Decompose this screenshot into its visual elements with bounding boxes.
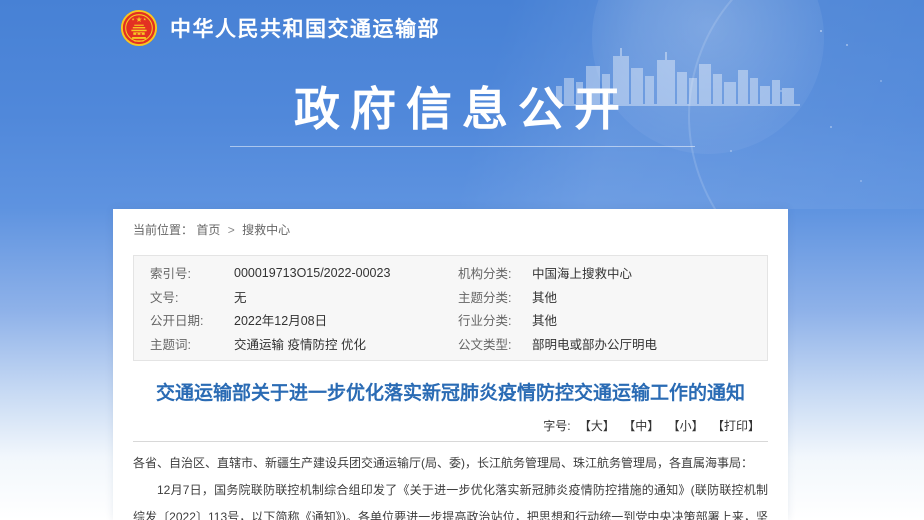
meta-value: 中国海上搜救中心 [532, 263, 767, 282]
meta-label: 机构分类: [458, 263, 532, 282]
meta-label: 行业分类: [458, 310, 532, 329]
meta-label: 文号: [150, 287, 234, 306]
meta-value: 其他 [532, 287, 767, 306]
print-button[interactable]: 【打印】 [712, 419, 760, 433]
meta-value: 交通运输 疫情防控 优化 [234, 334, 458, 353]
font-size-controls: 字号: 【大】 【中】 【小】 【打印】 [141, 419, 760, 434]
meta-value: 2022年12月08日 [234, 310, 458, 329]
site-name: 中华人民共和国交通运输部 [170, 13, 440, 43]
page-title: 政府信息公开 [0, 80, 924, 138]
breadcrumb-section-link[interactable]: 搜救中心 [242, 223, 290, 237]
banner: ★ ★ ★ 中华人民共和国交通运输部 政府信息公开 [0, 0, 924, 209]
meta-label: 公文类型: [458, 334, 532, 353]
body-paragraph: 12月7日，国务院联防联控机制综合组印发了《关于进一步优化落实新冠肺炎疫情防控措… [133, 477, 768, 520]
breadcrumb: 当前位置： 首页 > 搜救中心 [113, 209, 788, 253]
svg-text:★: ★ [131, 16, 135, 21]
meta-label: 索引号: [150, 263, 234, 282]
svg-text:★: ★ [143, 16, 147, 21]
meta-value: 无 [234, 287, 458, 306]
breadcrumb-home-link[interactable]: 首页 [196, 223, 220, 237]
font-size-label: 字号: [543, 419, 570, 433]
article-body: 各省、自治区、直辖市、新疆生产建设兵团交通运输厅(局、委)，长江航务管理局、珠江… [133, 450, 768, 520]
font-size-small-button[interactable]: 【小】 [668, 419, 704, 433]
meta-row-docnumber: 文号: 无 主题分类: 其他 [134, 285, 767, 309]
content-card: 当前位置： 首页 > 搜救中心 索引号: 000019713O15/2022-0… [113, 209, 788, 520]
banner-underline [230, 146, 695, 147]
meta-label: 主题分类: [458, 287, 532, 306]
national-emblem-icon: ★ ★ ★ [120, 9, 158, 47]
banner-hero: 政府信息公开 [0, 80, 924, 147]
meta-row-keywords: 主题词: 交通运输 疫情防控 优化 公文类型: 部明电或部办公厅明电 [134, 332, 767, 356]
font-size-large-button[interactable]: 【大】 [579, 419, 615, 433]
document-title: 交通运输部关于进一步优化落实新冠肺炎疫情防控交通运输工作的通知 [133, 381, 768, 406]
meta-row-index: 索引号: 000019713O15/2022-00023 机构分类: 中国海上搜… [134, 261, 767, 285]
top-bar: ★ ★ ★ 中华人民共和国交通运输部 [0, 0, 924, 56]
meta-value: 000019713O15/2022-00023 [234, 266, 458, 280]
document-meta-table: 索引号: 000019713O15/2022-00023 机构分类: 中国海上搜… [133, 255, 768, 361]
breadcrumb-label: 当前位置： [133, 223, 193, 237]
breadcrumb-separator: > [228, 223, 235, 237]
meta-label: 公开日期: [150, 310, 234, 329]
site-logo-link[interactable]: ★ ★ ★ 中华人民共和国交通运输部 [120, 9, 440, 47]
title-divider [133, 441, 768, 442]
font-size-medium-button[interactable]: 【中】 [623, 419, 659, 433]
meta-value: 部明电或部办公厅明电 [532, 334, 767, 353]
svg-text:★: ★ [136, 15, 143, 24]
meta-label: 主题词: [150, 334, 234, 353]
meta-value: 其他 [532, 310, 767, 329]
meta-row-date: 公开日期: 2022年12月08日 行业分类: 其他 [134, 308, 767, 332]
salutation-paragraph: 各省、自治区、直辖市、新疆生产建设兵团交通运输厅(局、委)，长江航务管理局、珠江… [133, 450, 768, 477]
